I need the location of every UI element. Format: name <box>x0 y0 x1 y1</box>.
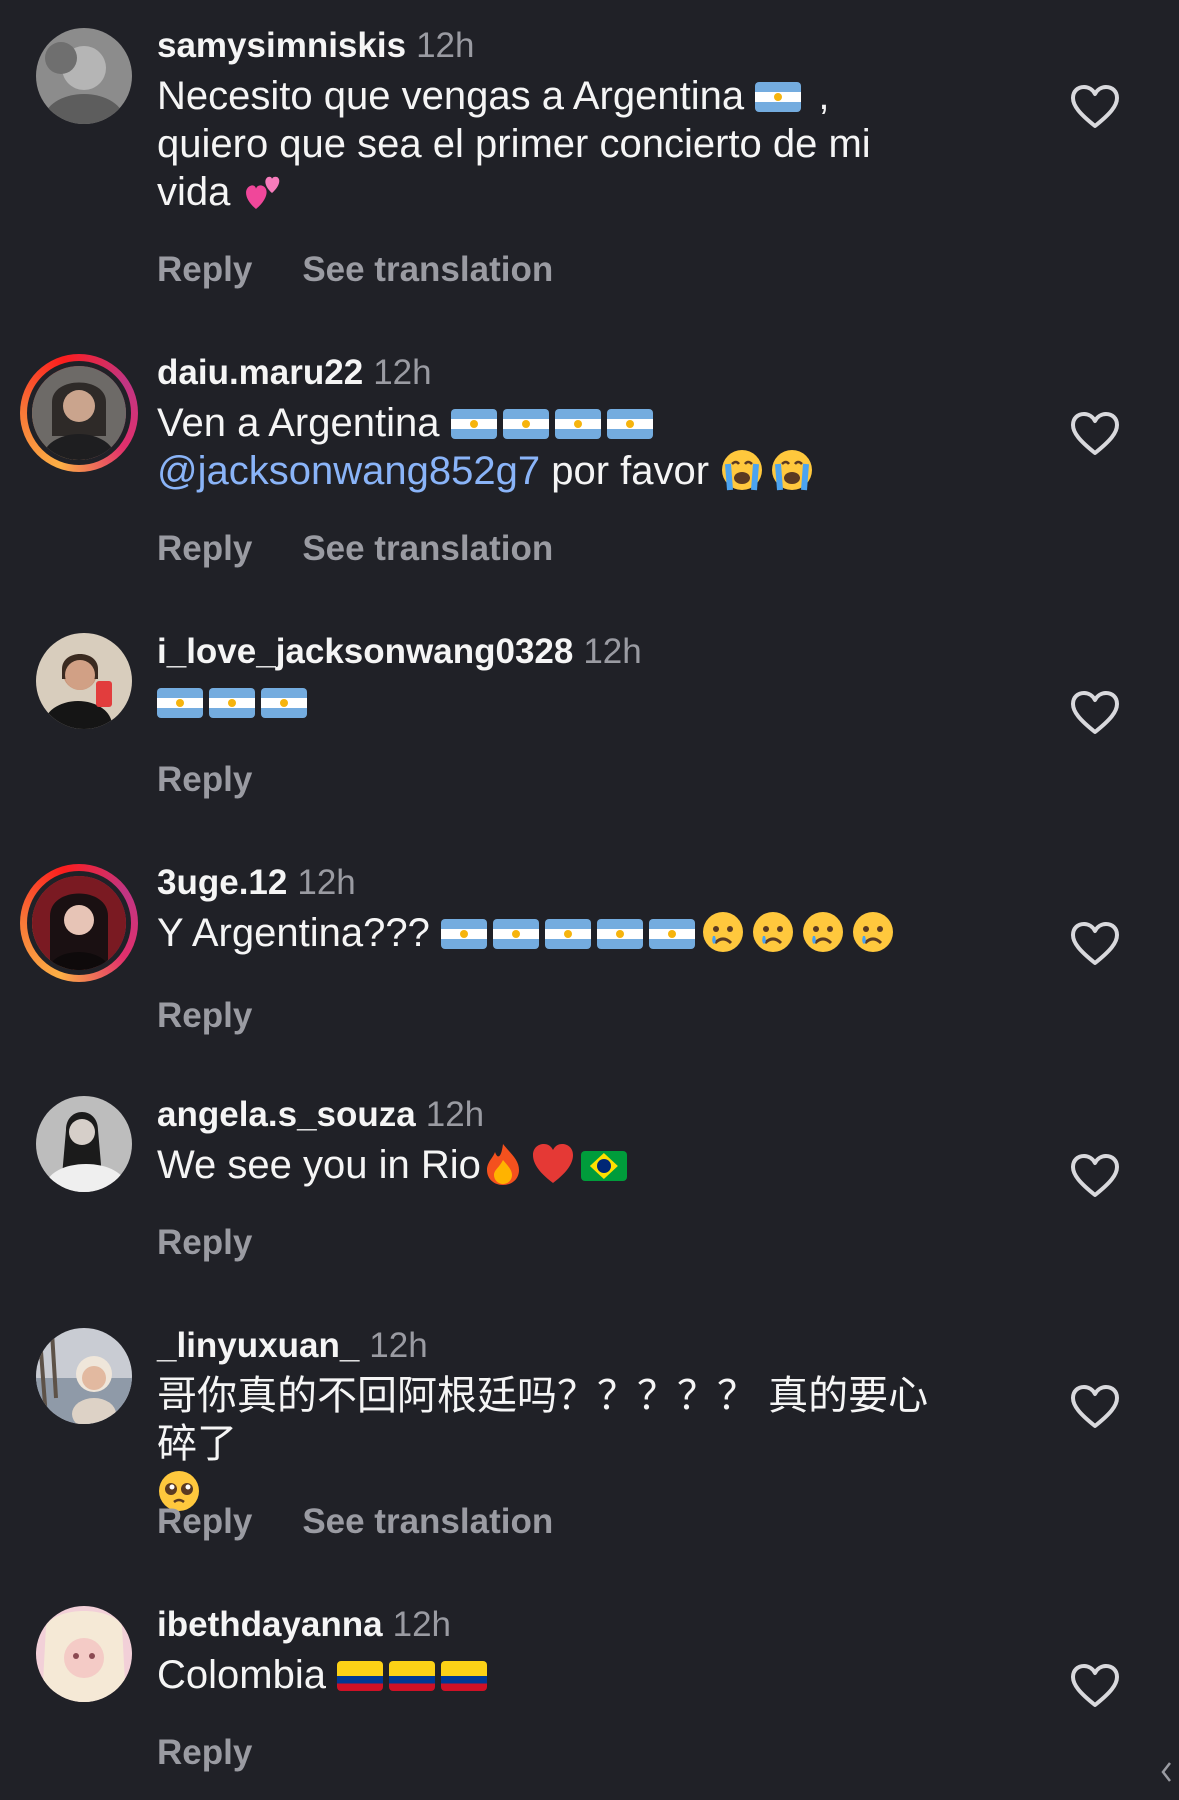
comment-text: Y Argentina??? <box>157 909 957 957</box>
see-translation-button[interactable]: See translation <box>302 1502 553 1542</box>
crying-face-icon <box>751 910 795 954</box>
comment-actions: Reply <box>157 760 252 800</box>
comment-time: 12h <box>583 632 642 671</box>
like-heart-icon[interactable] <box>1070 1663 1120 1709</box>
comment-time: 12h <box>369 1326 428 1365</box>
chevron-left-icon <box>1160 1760 1171 1786</box>
comment-username[interactable]: 3uge.12 <box>157 863 287 902</box>
comment-username[interactable]: angela.s_souza <box>157 1095 416 1134</box>
argentina-flag-icon <box>596 919 643 949</box>
like-heart-icon[interactable] <box>1070 690 1120 736</box>
comment-time: 12h <box>392 1605 452 1644</box>
argentina-flag-icon <box>492 919 539 949</box>
comment-time: 12h <box>416 26 475 65</box>
reply-button[interactable]: Reply <box>157 1223 252 1263</box>
comment-text-part: Colombia <box>157 1653 326 1697</box>
reply-button[interactable]: Reply <box>157 1733 252 1773</box>
comment-text-part: vida <box>157 170 231 214</box>
reply-button[interactable]: Reply <box>157 760 252 800</box>
argentina-flag-icon <box>554 409 601 439</box>
avatar[interactable] <box>36 633 132 729</box>
like-heart-icon[interactable] <box>1070 411 1120 457</box>
crying-face-icon <box>701 910 745 954</box>
like-heart-icon[interactable] <box>1070 921 1120 967</box>
comment-time: 12h <box>373 353 432 392</box>
argentina-flag-icon <box>209 688 255 718</box>
comment-text-part: , <box>818 74 830 118</box>
comment-text-part: Necesito que vengas a Argentina <box>157 74 745 118</box>
avatar[interactable] <box>20 864 138 982</box>
avatar[interactable] <box>20 354 138 472</box>
crying-face-icon <box>851 910 895 954</box>
two-hearts-icon <box>242 169 286 213</box>
comment-text-part: Ven a Argentina <box>157 401 440 445</box>
see-translation-button[interactable]: See translation <box>302 250 553 290</box>
comment-username[interactable]: daiu.maru22 <box>157 353 363 392</box>
comment-username[interactable]: i_love_jacksonwang0328 <box>157 632 573 671</box>
colombia-flag-icon <box>441 1661 488 1691</box>
avatar[interactable] <box>36 1096 132 1192</box>
mention-link[interactable]: @jacksonwang852g7 <box>157 449 540 493</box>
crying-face-icon <box>801 910 845 954</box>
reply-button[interactable]: Reply <box>157 250 252 290</box>
red-heart-icon <box>531 1142 575 1186</box>
comment-text: Colombia <box>157 1651 957 1699</box>
like-heart-icon[interactable] <box>1070 1384 1120 1430</box>
comment-actions: Reply See translation <box>157 1502 553 1542</box>
like-heart-icon[interactable] <box>1070 1153 1120 1199</box>
comment-time: 12h <box>425 1095 485 1134</box>
avatar[interactable] <box>36 1606 132 1702</box>
colombia-flag-icon <box>389 1661 436 1691</box>
comment-text: We see you in Rio <box>157 1141 957 1189</box>
like-heart-icon[interactable] <box>1070 84 1120 130</box>
comment-actions: Reply See translation <box>157 250 553 290</box>
argentina-flag-icon <box>450 409 497 439</box>
comment-actions: Reply <box>157 996 252 1036</box>
comment-time: 12h <box>297 863 356 902</box>
comment-text: 哥你真的不回阿根廷吗？？？？？ 真的要心碎了 <box>157 1372 957 1516</box>
avatar[interactable] <box>36 1328 132 1424</box>
loudly-crying-face-icon <box>720 448 764 492</box>
comment-username[interactable]: samysimniskis <box>157 26 406 65</box>
argentina-flag-icon <box>261 688 307 718</box>
comment-text <box>157 678 957 726</box>
comment-text-part: Y Argentina??? <box>157 911 430 955</box>
see-translation-button[interactable]: See translation <box>302 529 553 569</box>
comment-text-part: 哥你真的不回阿根廷吗？？？？？ 真的要心碎了 <box>157 1374 929 1466</box>
reply-button[interactable]: Reply <box>157 996 252 1036</box>
comment-actions: Reply <box>157 1223 252 1263</box>
comment-text-part: quiero que sea el primer concierto de mi <box>157 122 871 166</box>
comment-actions: Reply See translation <box>157 529 553 569</box>
reply-button[interactable]: Reply <box>157 529 252 569</box>
comment-text-part: por favor <box>551 449 710 493</box>
argentina-flag-icon <box>157 688 203 718</box>
loudly-crying-face-icon <box>770 448 814 492</box>
reply-button[interactable]: Reply <box>157 1502 252 1542</box>
argentina-flag-icon <box>606 409 653 439</box>
brazil-flag-icon <box>580 1151 627 1181</box>
comment-text: Necesito que vengas a Argentina , quiero… <box>157 72 957 216</box>
colombia-flag-icon <box>337 1661 384 1691</box>
comment-text-part: We see you in Rio <box>157 1143 481 1187</box>
argentina-flag-icon <box>755 82 802 112</box>
argentina-flag-icon <box>440 919 487 949</box>
comment-username[interactable]: _linyuxuan_ <box>157 1326 359 1365</box>
comment-actions: Reply <box>157 1733 252 1773</box>
avatar[interactable] <box>36 28 132 124</box>
argentina-flag-icon <box>648 919 695 949</box>
fire-icon <box>481 1142 525 1186</box>
argentina-flag-icon <box>502 409 549 439</box>
comment-username[interactable]: ibethdayanna <box>157 1605 383 1644</box>
comment-text: Ven a Argentina @jacksonwang852g7 por fa… <box>157 399 957 495</box>
argentina-flag-icon <box>544 919 591 949</box>
